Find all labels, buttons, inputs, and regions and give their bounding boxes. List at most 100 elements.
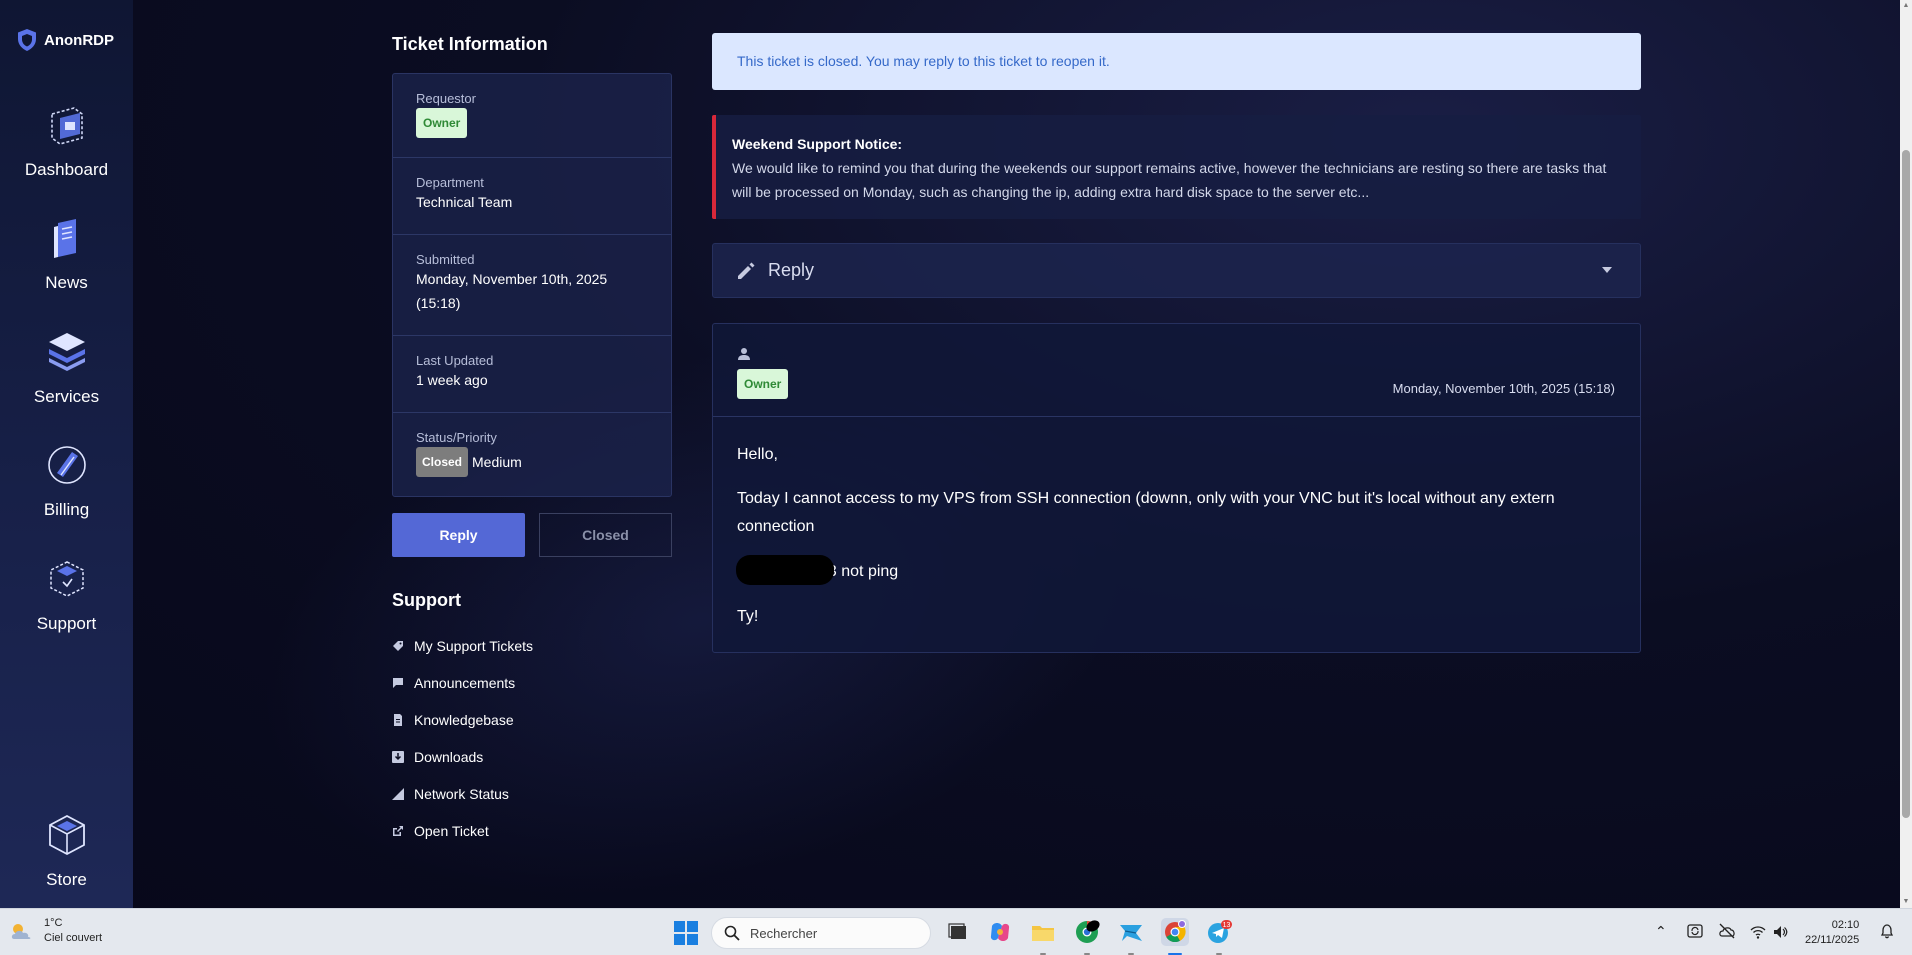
nav-label-dashboard: Dashboard bbox=[24, 160, 109, 179]
start-logo-tile bbox=[687, 934, 698, 945]
ticket-info-card: Requestor Owner Department Technical Tea… bbox=[392, 73, 672, 497]
chevron-down-icon bbox=[1602, 267, 1612, 273]
shield-logo-icon bbox=[18, 29, 36, 51]
news-icon bbox=[53, 219, 76, 258]
ticket-closed-alert: This ticket is closed. You may reply to … bbox=[712, 33, 1641, 90]
tag-icon bbox=[393, 641, 403, 651]
windows-start-button[interactable] bbox=[674, 921, 698, 945]
support-link-label: Announcements bbox=[414, 675, 516, 691]
billing-icon bbox=[47, 446, 86, 484]
last-updated-label: Last Updated bbox=[416, 353, 494, 368]
dashboard-icon bbox=[50, 107, 83, 145]
ticket-info-title: Ticket Information bbox=[392, 34, 548, 54]
external-link-icon bbox=[393, 826, 403, 836]
volume-icon[interactable] bbox=[1772, 924, 1788, 940]
reply-panel-toggle[interactable]: Reply bbox=[712, 243, 1641, 298]
cloud-off-icon[interactable] bbox=[1718, 922, 1736, 940]
reply-button[interactable]: Reply bbox=[392, 513, 525, 557]
taskbar-search[interactable]: Rechercher bbox=[711, 917, 931, 949]
nav-label-billing: Billing bbox=[43, 500, 90, 519]
department-value: Technical Team bbox=[416, 194, 513, 210]
copilot-icon[interactable] bbox=[986, 918, 1014, 946]
windows-taskbar: 1°C Ciel couvert Rechercher 13 ⌃ 02:10 2… bbox=[0, 908, 1912, 955]
sidebar: AnonRDP Dashboard News Services Billing … bbox=[0, 0, 133, 908]
chevron-up-icon[interactable]: ⌃ bbox=[1655, 923, 1667, 940]
message-date: Monday, November 10th, 2025 (15:18) bbox=[1392, 381, 1615, 396]
nav-label-support: Support bbox=[36, 614, 97, 633]
weather-temperature: 1°C bbox=[44, 917, 63, 929]
nav-item-dashboard[interactable]: Dashboard bbox=[0, 100, 133, 180]
scrollbar-thumb[interactable] bbox=[1902, 150, 1910, 818]
page-scrollbar[interactable]: ▲ ▼ bbox=[1900, 0, 1912, 908]
last-updated-row: Last Updated 1 week ago bbox=[393, 336, 671, 413]
layers-icon bbox=[48, 333, 85, 371]
brand-name: AnonRDP bbox=[44, 31, 114, 49]
weather-widget[interactable]: 1°C Ciel couvert bbox=[8, 916, 102, 946]
message-ip-line: 93 not ping bbox=[735, 555, 1617, 587]
support-link-my-tickets[interactable]: My Support Tickets bbox=[392, 638, 533, 654]
submitted-value-time: (15:18) bbox=[416, 295, 461, 311]
closed-button[interactable]: Closed bbox=[539, 513, 672, 557]
message-header: Owner Monday, November 10th, 2025 (15:18… bbox=[713, 324, 1640, 417]
support-link-label: Open Ticket bbox=[414, 823, 489, 839]
search-icon bbox=[724, 925, 740, 941]
signal-icon bbox=[392, 788, 404, 800]
status-priority-row: Status/Priority Closed Medium bbox=[393, 413, 671, 498]
ticket-message: Owner Monday, November 10th, 2025 (15:18… bbox=[712, 323, 1641, 653]
message-line: Today I cannot access to my VPS from SSH… bbox=[737, 490, 1555, 535]
cloud-sun-icon bbox=[11, 924, 31, 939]
support-link-label: Downloads bbox=[414, 749, 484, 765]
page-background: AnonRDP Dashboard News Services Billing … bbox=[0, 0, 1900, 908]
message-author-badge: Owner bbox=[737, 369, 789, 399]
telegram-badge-count: 13 bbox=[1223, 922, 1231, 929]
file-explorer-icon[interactable] bbox=[1029, 918, 1057, 946]
status-priority-label: Status/Priority bbox=[416, 430, 497, 445]
support-title: Support bbox=[392, 590, 461, 610]
start-logo-tile bbox=[674, 934, 685, 945]
ip-suffix: 3 not ping bbox=[827, 563, 899, 581]
support-link-label: Network Status bbox=[414, 786, 509, 802]
nav-item-support[interactable]: Support bbox=[0, 554, 133, 634]
clock-date: 22/11/2025 bbox=[1805, 934, 1860, 946]
clock-time: 02:10 bbox=[1831, 919, 1860, 931]
chrome-variant-icon[interactable] bbox=[1073, 918, 1101, 946]
support-box-icon bbox=[49, 561, 84, 597]
nav-item-services[interactable]: Services bbox=[0, 327, 133, 407]
network-app-icon[interactable] bbox=[1117, 918, 1145, 946]
scroll-down-arrow-icon[interactable]: ▼ bbox=[1902, 898, 1910, 906]
notification-bell-icon[interactable] bbox=[1880, 923, 1894, 939]
task-view-icon[interactable] bbox=[944, 918, 972, 946]
support-link-knowledgebase[interactable]: Knowledgebase bbox=[392, 712, 514, 728]
system-clock[interactable]: 02:10 22/11/2025 bbox=[1805, 918, 1859, 948]
start-logo-tile bbox=[687, 921, 698, 932]
department-row: Department Technical Team bbox=[393, 158, 671, 235]
wifi-icon[interactable] bbox=[1750, 924, 1766, 940]
nav-item-billing[interactable]: Billing bbox=[0, 440, 133, 520]
redaction-mark bbox=[735, 555, 834, 585]
brand-logo[interactable]: AnonRDP bbox=[16, 28, 114, 52]
status-badge: Closed bbox=[416, 447, 469, 477]
support-link-downloads[interactable]: Downloads bbox=[392, 749, 483, 765]
support-link-label: My Support Tickets bbox=[414, 638, 534, 654]
scroll-up-arrow-icon[interactable]: ▲ bbox=[1902, 2, 1910, 10]
nav-label-services: Services bbox=[33, 387, 100, 406]
nav-item-store[interactable]: Store bbox=[0, 810, 133, 890]
requestor-badge: Owner bbox=[416, 108, 468, 138]
requestor-row: Requestor Owner bbox=[393, 74, 671, 158]
chrome-icon[interactable] bbox=[1161, 918, 1189, 946]
submitted-row: Submitted Monday, November 10th, 2025 (1… bbox=[393, 235, 671, 336]
nav-item-news[interactable]: News bbox=[0, 213, 133, 293]
department-label: Department bbox=[416, 175, 484, 190]
download-icon bbox=[392, 751, 404, 763]
search-placeholder: Rechercher bbox=[750, 925, 818, 941]
support-link-open-ticket[interactable]: Open Ticket bbox=[392, 823, 489, 839]
support-link-announcements[interactable]: Announcements bbox=[392, 675, 515, 691]
last-updated-value: 1 week ago bbox=[416, 372, 488, 388]
support-link-network-status[interactable]: Network Status bbox=[392, 786, 509, 802]
sync-icon[interactable] bbox=[1686, 922, 1704, 940]
priority-value: Medium bbox=[472, 454, 522, 470]
cube-icon bbox=[48, 814, 85, 856]
telegram-icon[interactable]: 13 bbox=[1205, 918, 1233, 946]
reply-panel-label: Reply bbox=[768, 260, 815, 280]
submitted-value-date: Monday, November 10th, 2025 bbox=[416, 271, 608, 287]
